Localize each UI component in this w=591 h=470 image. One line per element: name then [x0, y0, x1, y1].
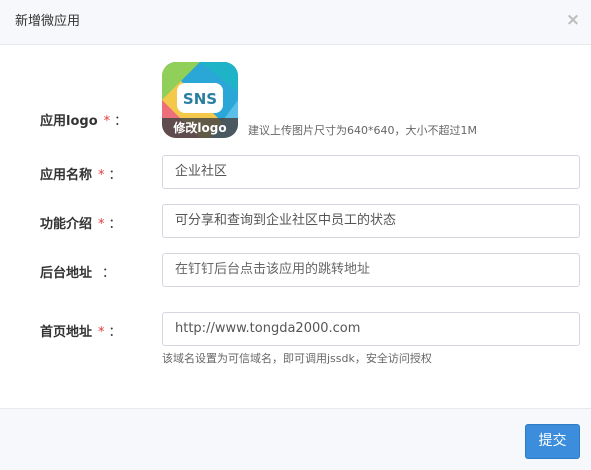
- backend-url-label-text: 后台地址: [40, 266, 93, 281]
- app-name-label-text: 应用名称: [40, 168, 93, 183]
- app-logo-label-text: 应用logo: [40, 114, 98, 129]
- label-colon: ：: [108, 168, 122, 183]
- label-colon: ：: [108, 325, 122, 340]
- homepage-url-label: 首页地址 *：: [40, 321, 150, 340]
- function-intro-input[interactable]: 可分享和查询到企业社区中员工的状态: [162, 204, 580, 238]
- function-intro-label: 功能介绍 *：: [40, 213, 150, 232]
- dialog-footer: 提交: [0, 408, 591, 470]
- add-microapp-dialog: 新增微应用 × 应用logo *： SNS 修改logo 建议上传图片尺寸为640…: [0, 0, 591, 470]
- function-intro-label-text: 功能介绍: [40, 217, 93, 232]
- app-logo[interactable]: SNS 修改logo: [162, 62, 238, 138]
- submit-button[interactable]: 提交: [525, 424, 580, 459]
- app-name-input[interactable]: 企业社区: [162, 155, 580, 189]
- required-mark: *: [103, 114, 111, 129]
- logo-size-hint: 建议上传图片尺寸为640*640，大小不超过1M: [248, 124, 477, 137]
- logo-text: SNS: [183, 90, 217, 108]
- homepage-domain-help: 该域名设置为可信域名，即可调用jssdk，安全访问授权: [162, 352, 432, 365]
- app-name-label: 应用名称 *：: [40, 164, 150, 183]
- backend-url-input[interactable]: 在钉钉后台点击该应用的跳转地址: [162, 253, 580, 287]
- label-colon: ：: [108, 217, 122, 232]
- label-colon: ：: [114, 114, 128, 129]
- backend-url-label: 后台地址 ：: [40, 262, 150, 281]
- close-icon[interactable]: ×: [565, 11, 581, 29]
- dialog-header: 新增微应用 ×: [0, 0, 591, 45]
- required-mark: *: [98, 325, 105, 340]
- label-colon: ：: [102, 266, 116, 281]
- required-mark: *: [98, 168, 105, 183]
- required-mark: *: [98, 217, 105, 232]
- dialog-title: 新增微应用: [15, 14, 81, 29]
- app-logo-label: 应用logo *：: [40, 110, 150, 129]
- homepage-url-label-text: 首页地址: [40, 325, 93, 340]
- change-logo-button[interactable]: 修改logo: [162, 118, 238, 138]
- homepage-url-input[interactable]: http://www.tongda2000.com: [162, 312, 580, 346]
